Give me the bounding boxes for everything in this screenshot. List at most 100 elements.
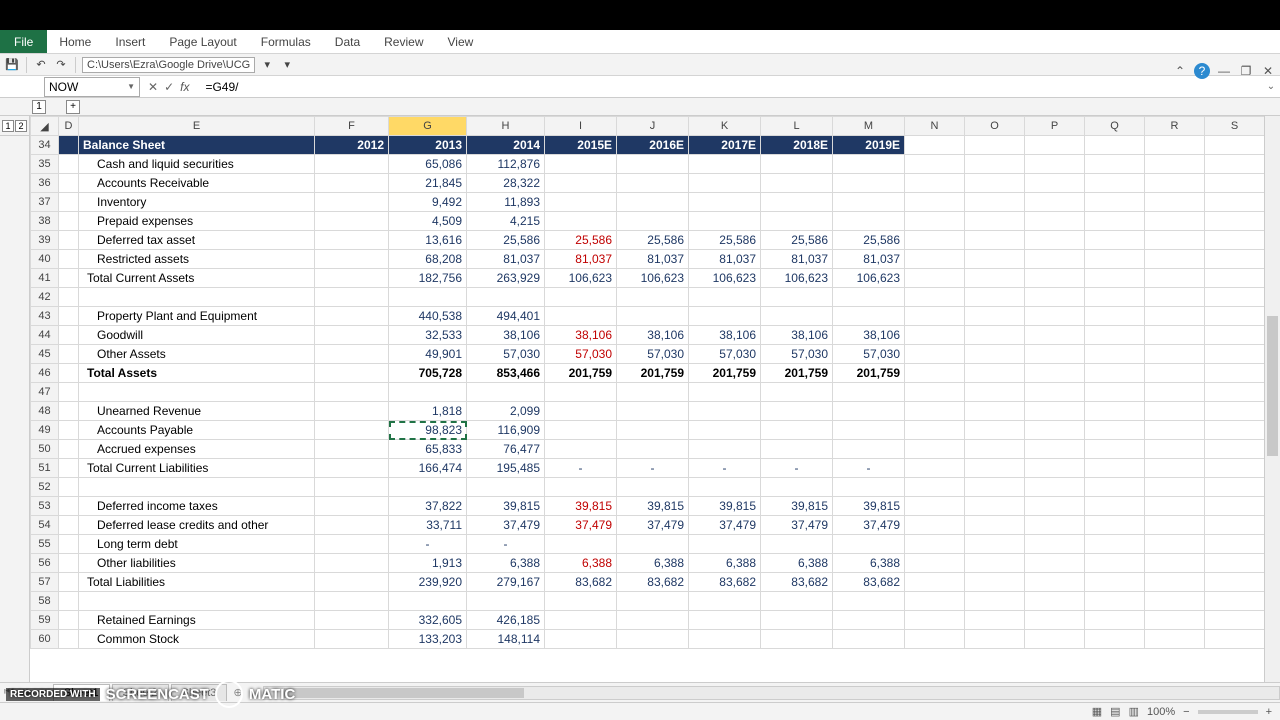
spreadsheet-grid[interactable]: ◢DEFGHIJKLMNOPQRS 34Balance Sheet2012201… — [30, 116, 1264, 682]
outline-level-1[interactable]: 1 — [32, 100, 46, 114]
cell[interactable] — [833, 535, 905, 554]
row-header-58[interactable]: 58 — [31, 592, 59, 611]
cell[interactable]: - — [617, 459, 689, 478]
cell[interactable] — [833, 402, 905, 421]
row-header-34[interactable]: 34 — [31, 136, 59, 155]
enter-icon[interactable]: ✓ — [164, 80, 174, 94]
cell[interactable]: 494,401 — [467, 307, 545, 326]
cell[interactable]: - — [689, 459, 761, 478]
cell[interactable] — [315, 345, 389, 364]
formula-input[interactable] — [201, 77, 1262, 97]
ribbon-minimize-icon[interactable]: ⌃ — [1172, 63, 1188, 79]
row-header-53[interactable]: 53 — [31, 497, 59, 516]
cell[interactable]: 133,203 — [389, 630, 467, 649]
col-header-K[interactable]: K — [689, 117, 761, 136]
cell[interactable]: 9,492 — [389, 193, 467, 212]
cell[interactable]: 25,586 — [833, 231, 905, 250]
cell[interactable] — [315, 212, 389, 231]
row-header-45[interactable]: 45 — [31, 345, 59, 364]
cell[interactable]: 37,479 — [689, 516, 761, 535]
cell[interactable]: 25,586 — [689, 231, 761, 250]
cell[interactable]: 37,479 — [833, 516, 905, 535]
cell[interactable]: 2,099 — [467, 402, 545, 421]
cell[interactable] — [833, 155, 905, 174]
cell[interactable] — [761, 535, 833, 554]
col-header-D[interactable]: D — [59, 117, 79, 136]
tab-insert[interactable]: Insert — [103, 30, 157, 53]
cell[interactable]: 38,106 — [545, 326, 617, 345]
cell[interactable]: 37,479 — [545, 516, 617, 535]
row-header-42[interactable]: 42 — [31, 288, 59, 307]
row-header-38[interactable]: 38 — [31, 212, 59, 231]
col-header-S[interactable]: S — [1205, 117, 1265, 136]
cell[interactable] — [315, 402, 389, 421]
row-header-59[interactable]: 59 — [31, 611, 59, 630]
col-header-P[interactable]: P — [1025, 117, 1085, 136]
cell[interactable]: 39,815 — [761, 497, 833, 516]
cell[interactable] — [545, 421, 617, 440]
cell[interactable] — [545, 535, 617, 554]
cell[interactable]: 239,920 — [389, 573, 467, 592]
cell[interactable]: 201,759 — [545, 364, 617, 383]
cell[interactable] — [315, 326, 389, 345]
cell[interactable] — [315, 364, 389, 383]
cell[interactable]: 853,466 — [467, 364, 545, 383]
cell[interactable]: 6,388 — [545, 554, 617, 573]
cell[interactable]: 38,106 — [467, 326, 545, 345]
cell[interactable] — [617, 611, 689, 630]
cell[interactable] — [315, 630, 389, 649]
cell[interactable]: 83,682 — [689, 573, 761, 592]
path-dropdown-icon[interactable]: ▾ — [259, 57, 275, 73]
cell[interactable]: 705,728 — [389, 364, 467, 383]
col-header-N[interactable]: N — [905, 117, 965, 136]
cell[interactable]: 83,682 — [545, 573, 617, 592]
cell[interactable]: 332,605 — [389, 611, 467, 630]
outline-expand[interactable]: + — [66, 100, 80, 114]
cell[interactable] — [315, 307, 389, 326]
cell[interactable]: 57,030 — [545, 345, 617, 364]
cell[interactable]: 81,037 — [545, 250, 617, 269]
cell[interactable]: - — [467, 535, 545, 554]
cell[interactable]: 21,845 — [389, 174, 467, 193]
cell[interactable] — [315, 459, 389, 478]
cell[interactable] — [761, 193, 833, 212]
cell[interactable]: 13,616 — [389, 231, 467, 250]
cell[interactable]: 65,833 — [389, 440, 467, 459]
cell[interactable] — [545, 193, 617, 212]
cell[interactable]: 426,185 — [467, 611, 545, 630]
cell[interactable]: 201,759 — [617, 364, 689, 383]
cell[interactable] — [617, 630, 689, 649]
cell[interactable]: 279,167 — [467, 573, 545, 592]
cell[interactable]: 106,623 — [761, 269, 833, 288]
tab-data[interactable]: Data — [323, 30, 372, 53]
cell[interactable] — [617, 155, 689, 174]
cell[interactable] — [833, 421, 905, 440]
cell[interactable] — [545, 174, 617, 193]
cell[interactable] — [315, 269, 389, 288]
cell[interactable]: 57,030 — [617, 345, 689, 364]
cell[interactable]: - — [761, 459, 833, 478]
tab-page-layout[interactable]: Page Layout — [157, 30, 248, 53]
cell[interactable] — [761, 174, 833, 193]
cell[interactable] — [315, 421, 389, 440]
cell[interactable]: 39,815 — [689, 497, 761, 516]
cell[interactable] — [833, 174, 905, 193]
cell[interactable]: 6,388 — [833, 554, 905, 573]
cell[interactable]: 116,909 — [467, 421, 545, 440]
row-header-40[interactable]: 40 — [31, 250, 59, 269]
window-minimize-icon[interactable]: — — [1216, 63, 1232, 79]
cell[interactable]: 76,477 — [467, 440, 545, 459]
cell[interactable]: 38,106 — [761, 326, 833, 345]
cell[interactable]: 201,759 — [833, 364, 905, 383]
col-header-G[interactable]: G — [389, 117, 467, 136]
cell[interactable] — [617, 174, 689, 193]
redo-icon[interactable]: ↷ — [53, 57, 69, 73]
cell[interactable]: 37,479 — [467, 516, 545, 535]
cell[interactable] — [689, 440, 761, 459]
formula-bar-expand-icon[interactable]: ⌄ — [1262, 81, 1280, 92]
cell[interactable]: 4,509 — [389, 212, 467, 231]
view-normal-icon[interactable]: ▦ — [1092, 705, 1102, 718]
row-header-48[interactable]: 48 — [31, 402, 59, 421]
cell[interactable] — [689, 193, 761, 212]
cell[interactable] — [315, 193, 389, 212]
